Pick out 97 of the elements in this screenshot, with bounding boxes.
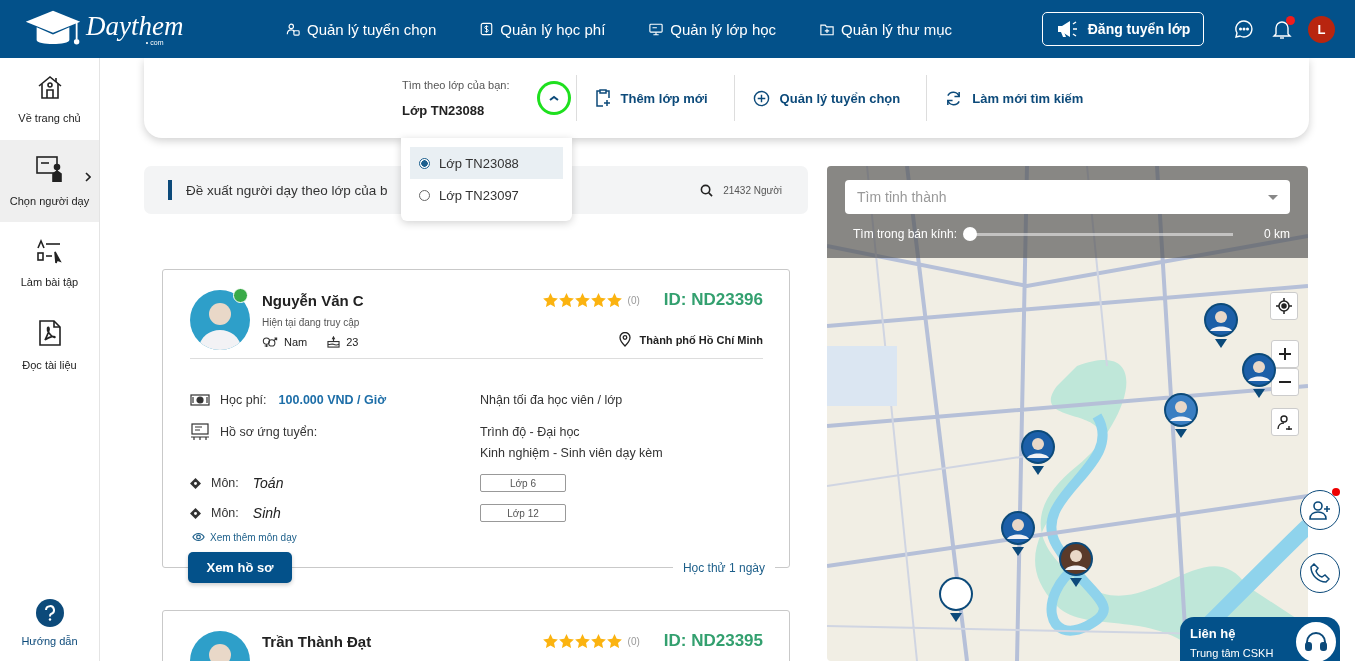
dollar-icon (480, 22, 494, 36)
subject-label: Môn: (211, 476, 239, 490)
zoom-out-button[interactable] (1271, 368, 1299, 396)
sidebar-item[interactable]: Đọc tài liệu (0, 304, 99, 386)
tutor-map-marker[interactable] (937, 575, 975, 623)
tutor-location: Thành phố Hồ Chí Minh (639, 333, 763, 346)
tutor-map-marker[interactable] (1162, 391, 1200, 439)
subject-name: Toán (252, 475, 284, 491)
quiz-list-icon (35, 238, 64, 264)
fee-label: Học phí: (220, 393, 267, 407)
sidebar-item[interactable]: Làm bài tập (0, 222, 99, 304)
birthday-cake-icon (327, 336, 341, 348)
chevron-right-icon (85, 172, 91, 182)
chat-icon[interactable] (1234, 19, 1254, 39)
help-icon (35, 599, 64, 627)
caret-down-icon (1268, 194, 1278, 200)
toolbar-action[interactable]: Làm mới tìm kiếm (927, 89, 1102, 107)
plus-circle-icon (752, 89, 770, 107)
pdf-document-icon (37, 319, 62, 347)
review-count: (0) (627, 294, 640, 306)
post-class-button[interactable]: Đăng tuyển lớp (1042, 12, 1204, 46)
teacher-board-icon (34, 155, 65, 183)
logo-wordmark: Daythem (86, 12, 184, 39)
presentation-icon (649, 22, 664, 36)
user-avatar[interactable]: L (1308, 15, 1335, 43)
gender: Nam (284, 336, 308, 348)
zoom-in-button[interactable] (1271, 340, 1299, 368)
crosshair-icon (1276, 298, 1292, 314)
tutor-map-marker[interactable] (999, 509, 1037, 557)
diamond-icon (190, 477, 201, 489)
help-link[interactable]: Hướng dẫn (0, 599, 99, 661)
invite-tutor-button[interactable] (1300, 490, 1340, 530)
megaphone-icon (1055, 20, 1078, 38)
notification-bell-icon[interactable] (1272, 18, 1292, 40)
toolbar-action[interactable]: Thêm lớp mới (576, 89, 726, 107)
tutor-map-marker[interactable] (1240, 351, 1278, 399)
class-capacity: Nhận tối đa học viên / lớp (480, 393, 623, 407)
customer-care-button[interactable]: Liên hệ Trung tâm CSKH (1180, 617, 1340, 661)
avatar-placeholder (190, 290, 250, 350)
tutor-id: ID: ND23396 (663, 290, 763, 310)
add-person-icon (1277, 414, 1293, 430)
banner-title: Đề xuất người dạy theo lớp của b (186, 182, 388, 198)
people-icon (286, 22, 300, 36)
diamond-icon (190, 507, 201, 519)
grade-tag: Lớp 12 (480, 504, 566, 522)
application-label: Hồ sơ ứng tuyển: (220, 425, 318, 439)
nav-link[interactable]: Quản lý học phí (480, 20, 606, 38)
class-option[interactable]: Lớp TN23097 (410, 179, 563, 211)
sidebar-item[interactable]: Về trang chủ (0, 58, 99, 140)
filter-label: Tìm theo lớp của bạn: (402, 78, 510, 91)
clipboard-plus-icon (594, 89, 611, 107)
subject-name: Sinh (252, 505, 281, 521)
tutor-map-marker[interactable] (1057, 540, 1095, 588)
headset-icon (1294, 620, 1338, 661)
selected-class[interactable]: Lớp TN23088 (402, 102, 510, 118)
radius-label: Tìm trong bán kính: (853, 227, 958, 241)
view-profile-button[interactable]: Xem hồ sơ (188, 552, 292, 583)
phone-icon (1310, 563, 1330, 583)
nav-link[interactable]: Quản lý tuyển chọn (286, 20, 437, 38)
chevron-up-icon (548, 95, 559, 101)
toolbar-action[interactable]: Quản lý tuyển chọn (734, 89, 919, 107)
banknote-icon (190, 394, 210, 406)
computer-icon (190, 423, 210, 441)
nav-link[interactable]: Quản lý thư mục (820, 20, 952, 38)
tutor-name: Nguyễn Văn C (262, 292, 365, 309)
online-status: Hiện tại đang truy cập (262, 317, 361, 328)
class-option[interactable]: Lớp TN23088 (410, 147, 563, 179)
sidebar-item[interactable]: Chọn người dạy (0, 140, 99, 222)
subject-label: Môn: (211, 506, 239, 520)
grade-tag: Lớp 6 (480, 474, 566, 492)
add-person-button[interactable] (1271, 408, 1299, 436)
location-pin-icon (618, 332, 631, 347)
tutor-id: ID: ND23395 (663, 631, 763, 651)
radius-value: 0 km (1264, 227, 1290, 241)
plus-icon (1279, 348, 1291, 360)
search-icon[interactable] (700, 183, 714, 197)
qualification: Kinh nghiệm - Sinh viên dạy kèm (480, 446, 664, 460)
tutor-map-marker[interactable] (1202, 301, 1240, 349)
add-user-icon (1309, 500, 1331, 520)
gender-icon (262, 336, 278, 348)
locate-button[interactable] (1270, 292, 1298, 320)
folder-icon (820, 22, 835, 36)
trial-note: Học thử 1 ngày (672, 560, 775, 575)
tuition-fee: 100.000 VND / Giờ (278, 393, 387, 407)
qualification: Trình độ - Đại học (480, 425, 581, 439)
tutor-map-marker[interactable] (1019, 428, 1057, 476)
age: 23 (346, 336, 359, 348)
phone-call-button[interactable] (1300, 553, 1340, 593)
more-subjects-link[interactable]: Xem thêm môn dạy (192, 531, 297, 543)
eye-icon (192, 532, 205, 542)
tutor-count: 21432 Người (723, 184, 782, 196)
nav-link[interactable]: Quản lý lớp học (649, 20, 777, 38)
dropdown-toggle[interactable] (539, 84, 568, 112)
house-icon (36, 74, 63, 100)
refresh-icon (945, 89, 963, 107)
tutor-name: Trần Thành Đạt (262, 633, 372, 650)
review-count: (0) (627, 635, 640, 647)
